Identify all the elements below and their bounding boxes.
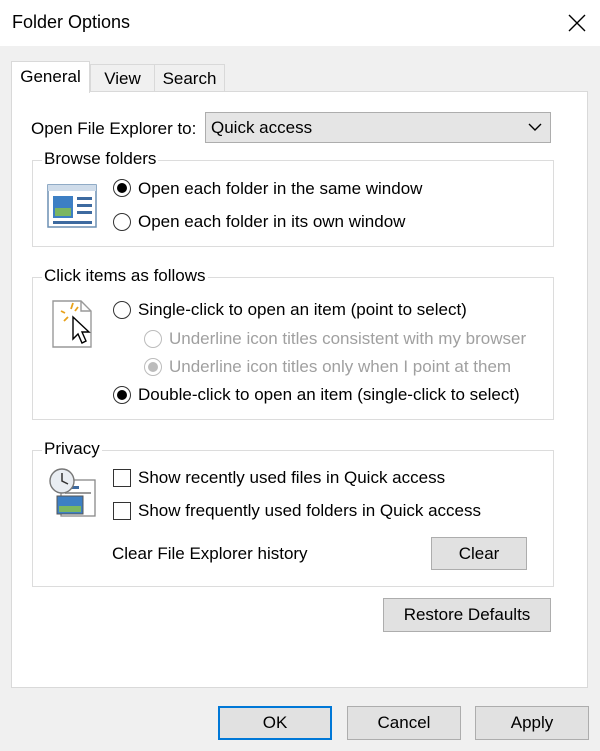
tab-view-label: View	[104, 69, 141, 88]
tab-search-label: Search	[162, 69, 217, 88]
apply-button[interactable]: Apply	[475, 706, 589, 740]
restore-defaults-label: Restore Defaults	[403, 605, 531, 624]
own-window-radio[interactable]	[113, 213, 131, 231]
title-bar: Folder Options	[0, 0, 600, 46]
apply-label: Apply	[510, 713, 554, 732]
click-items-title: Click items as follows	[42, 266, 208, 286]
underline-browser-radio[interactable]	[144, 330, 162, 348]
open-explorer-value: Quick access	[211, 118, 313, 137]
cancel-label: Cancel	[377, 713, 431, 732]
clock-documents-icon	[49, 468, 96, 517]
browse-folders-title: Browse folders	[42, 149, 159, 169]
double-click-label[interactable]: Double-click to open an item (single-cli…	[138, 385, 520, 405]
ok-button[interactable]: OK	[218, 706, 332, 740]
close-button[interactable]	[554, 0, 600, 46]
ok-label: OK	[262, 713, 288, 732]
browse-folders-group: Browse folders	[32, 149, 554, 247]
recent-files-checkbox[interactable]	[113, 469, 131, 487]
cancel-button[interactable]: Cancel	[347, 706, 461, 740]
restore-defaults-button[interactable]: Restore Defaults	[383, 598, 551, 632]
same-window-radio[interactable]	[113, 179, 131, 197]
single-click-label[interactable]: Single-click to open an item (point to s…	[138, 300, 467, 320]
cursor-click-icon	[52, 300, 92, 348]
same-window-label[interactable]: Open each folder in the same window	[138, 179, 422, 199]
underline-point-radio[interactable]	[144, 358, 162, 376]
single-click-radio[interactable]	[113, 301, 131, 319]
underline-point-label[interactable]: Underline icon titles only when I point …	[169, 357, 511, 377]
tab-view[interactable]: View	[90, 64, 155, 92]
window-title: Folder Options	[12, 12, 131, 32]
close-icon	[568, 14, 586, 32]
clear-history-button[interactable]: Clear	[431, 537, 527, 570]
tab-general-label: General	[20, 67, 81, 86]
tab-search[interactable]: Search	[154, 64, 225, 92]
double-click-radio[interactable]	[113, 386, 131, 404]
clear-history-label: Clear File Explorer history	[112, 544, 308, 563]
privacy-title: Privacy	[42, 439, 102, 459]
frequent-folders-checkbox[interactable]	[113, 502, 131, 520]
tab-general[interactable]: General	[11, 61, 90, 93]
open-explorer-label: Open File Explorer to:	[31, 119, 197, 138]
recent-files-label[interactable]: Show recently used files in Quick access	[138, 468, 445, 488]
own-window-label[interactable]: Open each folder in its own window	[138, 212, 405, 232]
chevron-down-icon	[528, 123, 542, 131]
clear-button-label: Clear	[458, 543, 500, 563]
underline-browser-label[interactable]: Underline icon titles consistent with my…	[169, 329, 526, 349]
browse-folders-icon	[47, 184, 97, 228]
open-explorer-dropdown[interactable]: Quick access	[205, 112, 551, 143]
frequent-folders-label[interactable]: Show frequently used folders in Quick ac…	[138, 501, 481, 521]
